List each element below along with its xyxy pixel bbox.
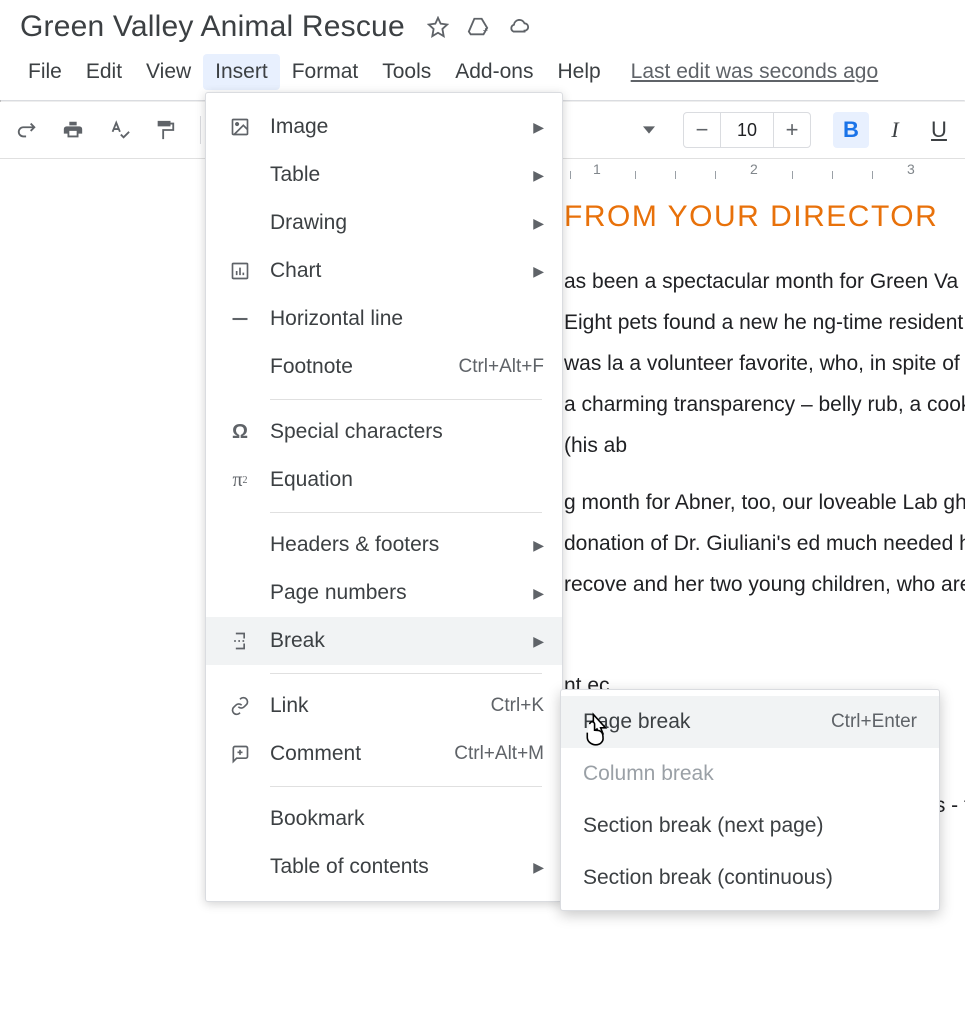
doc-heading: FROM YOUR DIRECTOR [564,200,965,234]
menu-edit[interactable]: Edit [74,54,134,90]
menu-item-table[interactable]: Table ▶ [206,151,562,199]
menu-item-label: Equation [270,468,544,492]
italic-button[interactable]: I [877,112,913,148]
menu-addons[interactable]: Add-ons [443,54,545,90]
menu-item-drawing[interactable]: Drawing ▶ [206,199,562,247]
ruler-mark: 1 [593,161,601,177]
chevron-right-icon: ▶ [533,263,544,280]
menu-item-label: Special characters [270,420,544,444]
menu-item-horizontal-line[interactable]: Horizontal line [206,295,562,343]
document-title[interactable]: Green Valley Animal Rescue [20,10,405,44]
font-size-group: − 10 + [683,112,811,148]
menu-item-bookmark[interactable]: Bookmark [206,795,562,843]
menu-item-table-of-contents[interactable]: Table of contents ▶ [206,843,562,891]
cloud-icon[interactable] [507,16,529,38]
menu-item-label: Drawing [270,211,525,235]
chevron-right-icon: ▶ [533,537,544,554]
print-icon[interactable] [54,113,92,147]
menu-item-page-numbers[interactable]: Page numbers ▶ [206,569,562,617]
drive-icon[interactable]: + [467,16,489,38]
pointer-cursor-icon [582,712,612,751]
menu-item-label: Horizontal line [270,307,544,331]
menu-separator [270,512,542,513]
redo-icon[interactable] [8,113,46,147]
chevron-right-icon: ▶ [533,633,544,650]
menu-item-label: Break [270,629,525,653]
menu-shortcut: Ctrl+Alt+M [454,743,544,765]
menu-file[interactable]: File [16,54,74,90]
menu-item-label: Link [270,694,491,718]
menu-item-label: Table of contents [270,855,525,879]
separator [200,116,201,144]
submenu-item-label: Page break [583,710,831,734]
menu-item-label: Headers & footers [270,533,525,557]
pi-icon: π2 [226,468,254,492]
submenu-item-label: Column break [583,762,917,786]
comment-icon [226,742,254,766]
bold-button[interactable]: B [833,112,869,148]
page-break-icon [226,629,254,653]
submenu-item-page-break[interactable]: Page break Ctrl+Enter [561,696,939,748]
menu-item-label: Footnote [270,355,458,379]
ruler-mark: 2 [750,161,758,177]
menu-help[interactable]: Help [545,54,612,90]
menu-tools[interactable]: Tools [370,54,443,90]
menu-item-image[interactable]: Image ▶ [206,103,562,151]
chart-icon [226,259,254,283]
chevron-right-icon: ▶ [533,119,544,136]
menu-separator [270,673,542,674]
submenu-item-label: Section break (continuous) [583,866,917,890]
font-size-input[interactable]: 10 [720,113,774,147]
menu-shortcut: Ctrl+K [491,695,544,717]
star-icon[interactable] [427,16,449,38]
horizontal-line-icon [226,307,254,331]
menu-shortcut: Ctrl+Enter [831,711,917,733]
submenu-item-column-break: Column break [561,748,939,800]
menu-item-label: Comment [270,742,454,766]
menu-item-headers-footers[interactable]: Headers & footers ▶ [206,521,562,569]
menu-shortcut: Ctrl+Alt+F [458,356,544,378]
menu-item-equation[interactable]: π2 Equation [206,456,562,504]
menu-item-special-characters[interactable]: Ω Special characters [206,408,562,456]
spellcheck-icon[interactable] [100,113,138,147]
decrease-font-button[interactable]: − [684,113,720,147]
menu-item-chart[interactable]: Chart ▶ [206,247,562,295]
menu-item-label: Bookmark [270,807,544,831]
menu-insert[interactable]: Insert [203,54,280,90]
chevron-right-icon: ▶ [533,215,544,232]
menu-item-label: Image [270,115,525,139]
chevron-right-icon: ▶ [533,859,544,876]
increase-font-button[interactable]: + [774,113,810,147]
paint-format-icon[interactable] [146,113,184,147]
submenu-item-label: Section break (next page) [583,814,917,838]
menu-item-comment[interactable]: Comment Ctrl+Alt+M [206,730,562,778]
menu-item-break[interactable]: Break ▶ [206,617,562,665]
break-submenu: Page break Ctrl+Enter Column break Secti… [560,689,940,911]
omega-icon: Ω [226,420,254,444]
menu-item-label: Table [270,163,525,187]
chevron-right-icon: ▶ [533,167,544,184]
insert-menu-dropdown: Image ▶ Table ▶ Drawing ▶ Chart ▶ Horizo… [205,92,563,902]
menu-item-link[interactable]: Link Ctrl+K [206,682,562,730]
chevron-right-icon: ▶ [533,585,544,602]
font-dropdown[interactable] [633,120,665,140]
link-icon [226,694,254,718]
image-icon [226,115,254,139]
menu-item-label: Chart [270,259,525,283]
menu-separator [270,786,542,787]
submenu-item-section-break-continuous[interactable]: Section break (continuous) [561,852,939,904]
svg-text:+: + [482,25,487,35]
menu-view[interactable]: View [134,54,203,90]
menu-item-label: Page numbers [270,581,525,605]
menu-item-footnote[interactable]: Footnote Ctrl+Alt+F [206,343,562,391]
last-edit-link[interactable]: Last edit was seconds ago [631,60,879,84]
submenu-item-section-break-next[interactable]: Section break (next page) [561,800,939,852]
menu-format[interactable]: Format [280,54,371,90]
menu-separator [270,399,542,400]
underline-button[interactable]: U [921,112,957,148]
ruler-mark: 3 [907,161,915,177]
